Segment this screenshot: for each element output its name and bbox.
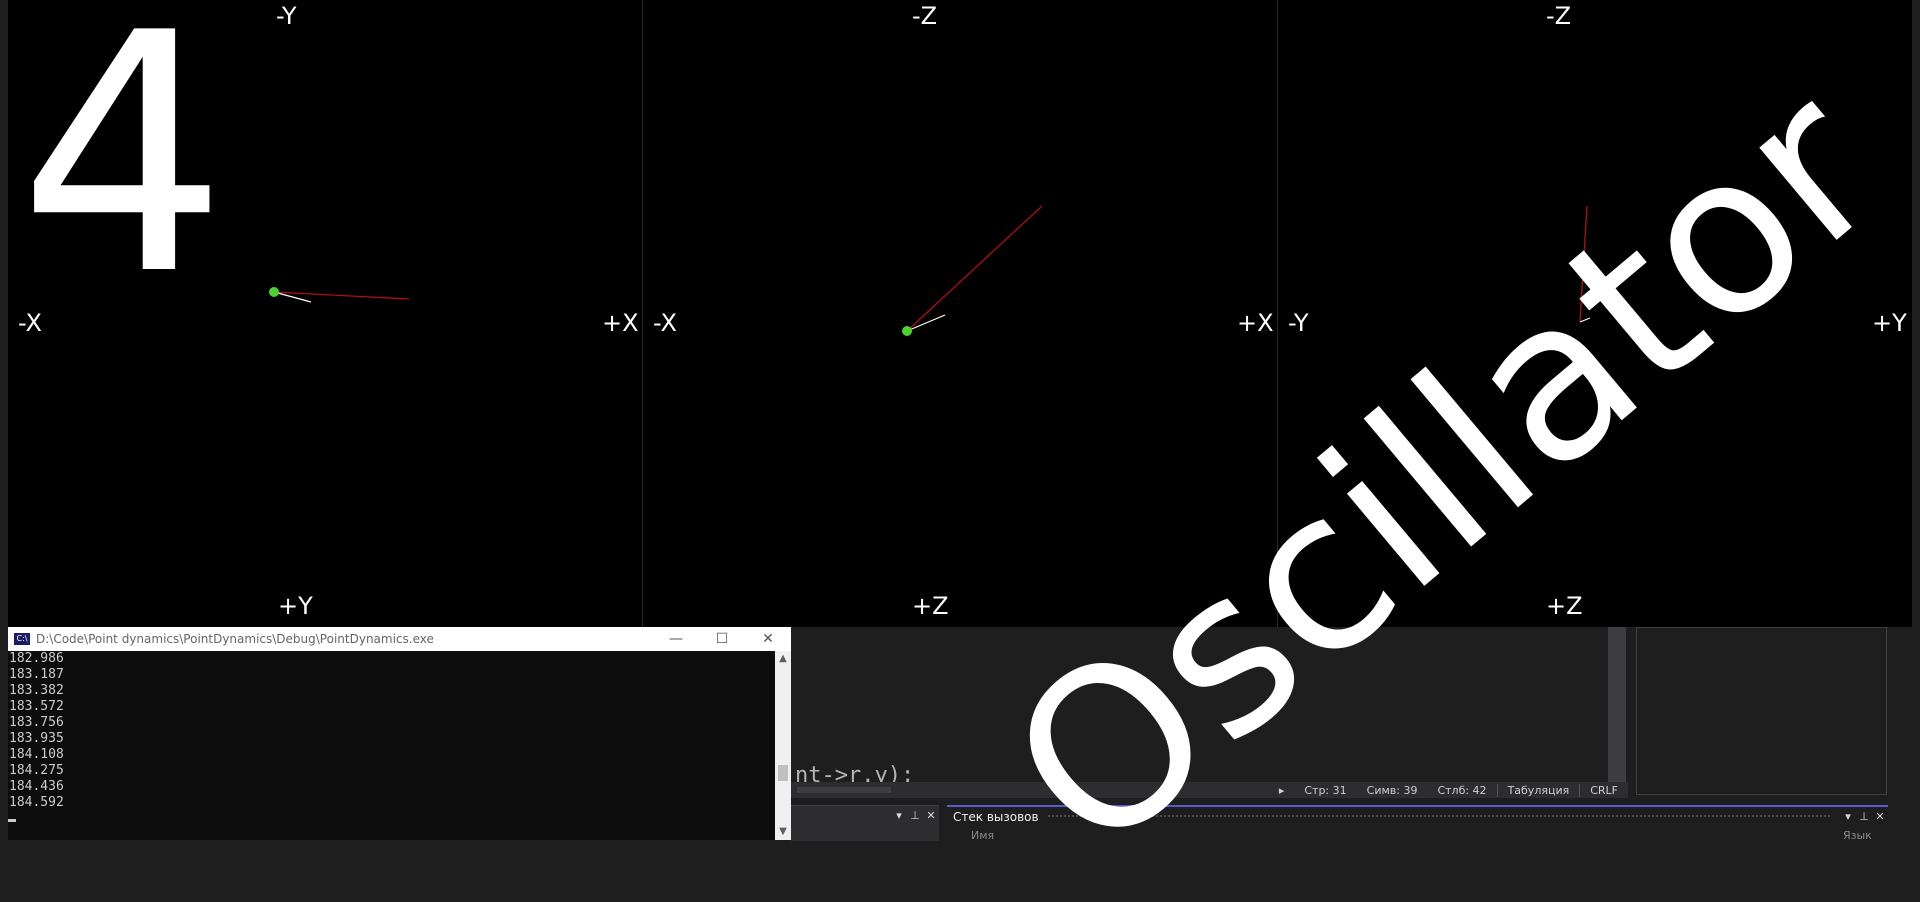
status-line[interactable]: Стр: 31 [1294,784,1356,797]
console-line: 183.935 [9,731,64,746]
scroll-down-icon[interactable]: ▼ [775,824,791,840]
axis-label-right: +X [602,309,639,337]
overlay-number: 4 [18,0,228,347]
viewport-xz: -Z +Z -X +X [643,0,1277,627]
axis-label-left: -Y [1288,309,1309,337]
panel-grip[interactable] [1046,814,1832,819]
console-line: 182.986 [9,651,64,666]
viewport-yz-canvas [1579,205,1591,323]
viewport-yz: -Z +Z -Y +Y [1278,0,1912,627]
status-eol[interactable]: CRLF [1579,783,1628,797]
console-titlebar[interactable]: C:\ D:\Code\Point dynamics\PointDynamics… [8,627,791,651]
axis-label-right: +X [1237,309,1274,337]
console-line: 184.275 [9,763,64,778]
column-header-language[interactable]: Язык [1843,829,1872,842]
console-line: 184.592 [9,795,64,810]
status-indent[interactable]: Табуляция [1496,783,1580,797]
close-icon[interactable]: ✕ [923,809,939,822]
force-vector-line [906,205,1043,332]
axis-label-bottom: +Z [1546,592,1583,620]
console-line: 183.756 [9,715,64,730]
dropdown-icon[interactable]: ▾ [1840,810,1856,823]
call-stack-title: Стек вызовов [953,809,1039,824]
mass-point [902,326,912,336]
viewport-xz-canvas [902,205,1043,336]
console-line: 183.572 [9,699,64,714]
close-icon[interactable]: ✕ [1872,810,1888,823]
console-window[interactable]: C:\ D:\Code\Point dynamics\PointDynamics… [8,627,791,840]
velocity-vector-line [906,314,946,332]
axis-label-top: -Z [912,2,938,30]
tool-panel-left: ▾ ⊥ ✕ [791,805,939,841]
console-output[interactable]: 182.986 183.187 183.382 183.572 183.756 183.9… [8,651,775,840]
scroll-right-icon[interactable]: ▸ [1269,784,1295,797]
console-app-icon: C:\ [14,633,30,645]
maximize-icon[interactable]: ☐ [699,627,745,651]
scroll-up-icon[interactable]: ▲ [775,651,791,667]
console-line: 183.382 [9,683,64,698]
console-cursor [8,819,16,822]
axis-label-bottom: +Z [912,592,949,620]
code-editor[interactable]: nt->r.y); [791,627,1628,784]
axis-label-bottom: +Y [278,592,313,620]
console-line: 184.436 [9,779,64,794]
console-line: 183.187 [9,667,64,682]
status-col[interactable]: Стлб: 42 [1427,784,1496,797]
close-icon[interactable]: ✕ [745,627,791,651]
console-title: D:\Code\Point dynamics\PointDynamics\Deb… [36,632,434,646]
side-panel [1636,627,1887,795]
dropdown-icon[interactable]: ▾ [891,809,907,822]
call-stack-panel: Стек вызовов ▾ ⊥ ✕ Имя Язык [947,805,1888,842]
editor-scrollbar[interactable] [1608,627,1626,784]
axis-label-top: -Z [1546,2,1572,30]
console-scrollbar[interactable]: ▲ ▼ [775,651,791,840]
window-left-edge [0,0,8,840]
scroll-thumb[interactable] [778,765,788,781]
axis-label-top: -Y [276,2,297,30]
console-line: 184.108 [9,747,64,762]
velocity-vector-line [1579,317,1591,323]
axis-label-right: +Y [1872,309,1907,337]
force-vector-line [1579,205,1588,323]
axis-label-left: -X [653,309,677,337]
editor-hscroll[interactable] [797,787,891,793]
editor-status-bar: ▸ Стр: 31 Симв: 39 Стлб: 42 Табуляция CR… [791,782,1628,798]
column-header-name[interactable]: Имя [971,829,994,842]
status-char[interactable]: Симв: 39 [1357,784,1428,797]
pin-icon[interactable]: ⊥ [1856,810,1872,823]
mass-point [269,287,279,297]
minimize-icon[interactable]: — [653,627,699,651]
pin-icon[interactable]: ⊥ [907,809,923,822]
